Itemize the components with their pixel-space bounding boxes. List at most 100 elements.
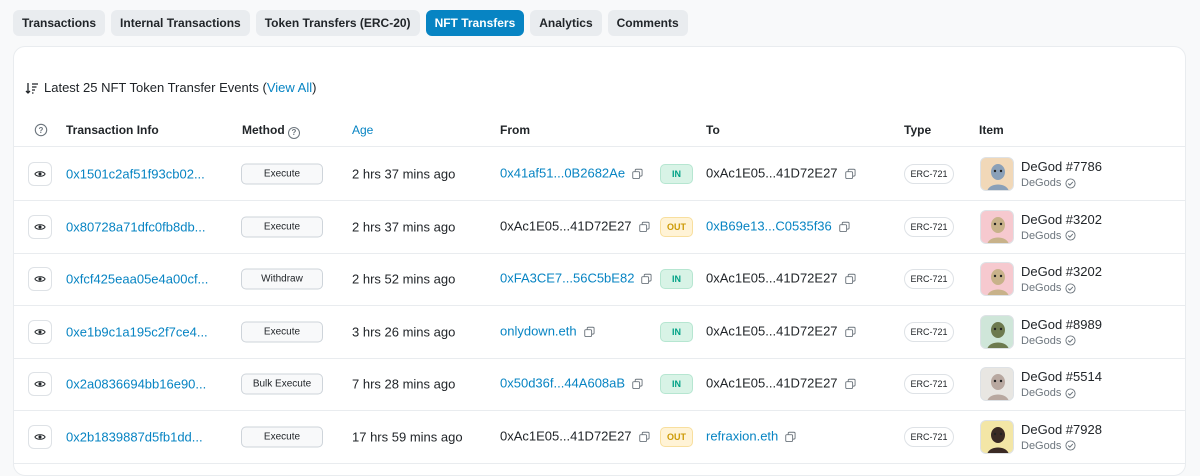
- direction-badge: IN: [660, 164, 693, 184]
- token-type-badge: ERC-721: [904, 374, 954, 394]
- tab-transactions[interactable]: Transactions: [13, 10, 106, 36]
- nft-collection: DeGods: [1021, 440, 1102, 452]
- copy-icon[interactable]: [844, 325, 856, 340]
- table-row: 0xfcf425eaa05e4a00cf... Withdraw 2 hrs 52 …: [14, 253, 1185, 306]
- tab-comments[interactable]: Comments: [607, 10, 688, 36]
- nft-transfers-card: Latest 25 NFT Token Transfer Events (Vie…: [13, 46, 1186, 476]
- view-details-button[interactable]: [28, 424, 52, 449]
- nft-name[interactable]: DeGod #3202: [1021, 212, 1102, 227]
- table-caption: Latest 25 NFT Token Transfer Events (Vie…: [25, 80, 316, 95]
- method-badge: Bulk Execute: [241, 373, 323, 395]
- col-age[interactable]: Age: [352, 123, 373, 137]
- view-details-button[interactable]: [28, 319, 52, 344]
- collection-name[interactable]: DeGods: [1021, 387, 1061, 399]
- tab-internal-transactions[interactable]: Internal Transactions: [111, 10, 250, 36]
- col-from: From: [500, 123, 530, 137]
- txn-hash-link[interactable]: 0x2a0836694bb16e90...: [66, 377, 206, 392]
- copy-icon[interactable]: [583, 325, 595, 340]
- nft-item-info: DeGod #7786 DeGods: [1021, 159, 1102, 189]
- copy-icon[interactable]: [839, 220, 850, 235]
- token-type-badge: ERC-721: [904, 426, 954, 447]
- token-type-badge: ERC-721: [904, 321, 954, 342]
- copy-icon[interactable]: [785, 430, 796, 445]
- nft-name[interactable]: DeGod #3202: [1021, 264, 1102, 279]
- caption-close-paren: ): [312, 80, 317, 95]
- token-type-badge: ERC-721: [904, 216, 954, 237]
- from-address: 0x41af51...0B2682Ae: [500, 166, 643, 183]
- verified-check-icon: [1065, 440, 1076, 451]
- age-text: 7 hrs 28 mins ago: [352, 376, 456, 392]
- copy-icon[interactable]: [638, 430, 650, 445]
- from-address-link[interactable]: 0xFA3CE7...56C5bE82: [500, 271, 634, 286]
- from-address-link[interactable]: 0x41af51...0B2682Ae: [500, 166, 625, 181]
- method-badge: Execute: [241, 216, 323, 237]
- to-address: 0xB69e13...C0535f36: [706, 218, 850, 235]
- age-text: 17 hrs 59 mins ago: [352, 429, 463, 444]
- age-text: 2 hrs 52 mins ago: [352, 271, 456, 287]
- tab-analytics[interactable]: Analytics: [530, 10, 602, 36]
- view-details-button[interactable]: [28, 372, 52, 396]
- nft-thumbnail[interactable]: [980, 262, 1014, 296]
- txn-hash-link[interactable]: 0xe1b9c1a195c2f7ce4...: [66, 324, 208, 339]
- txn-hash-link[interactable]: 0x2b1839887d5fb1dd...: [66, 429, 203, 444]
- eye-icon: [34, 326, 46, 338]
- view-details-button[interactable]: [28, 214, 52, 239]
- table-row: 0x80728a71dfc0fb8db... Execute 2 hrs 37 mi…: [14, 201, 1185, 254]
- txn-hash-link[interactable]: 0xfcf425eaa05e4a00cf...: [66, 272, 208, 287]
- nft-thumbnail[interactable]: [980, 314, 1014, 349]
- direction-badge: IN: [660, 321, 693, 342]
- to-address-link: 0xAc1E05...41D72E27: [706, 165, 838, 181]
- nft-name[interactable]: DeGod #7928: [1021, 422, 1102, 437]
- copy-icon[interactable]: [638, 220, 650, 235]
- to-address: 0xAc1E05...41D72E27: [706, 376, 856, 393]
- to-address-link[interactable]: 0xB69e13...C0535f36: [706, 218, 832, 233]
- nft-collection: DeGods: [1021, 177, 1102, 189]
- tab-nft-transfers[interactable]: NFT Transfers: [425, 10, 525, 36]
- collection-name[interactable]: DeGods: [1021, 230, 1061, 242]
- sort-icon: [25, 82, 38, 94]
- to-address: 0xAc1E05...41D72E27: [706, 271, 856, 288]
- nft-name[interactable]: DeGod #7786: [1021, 159, 1102, 174]
- collection-name[interactable]: DeGods: [1021, 440, 1061, 452]
- view-details-button[interactable]: [28, 162, 52, 186]
- nft-name[interactable]: DeGod #8989: [1021, 317, 1102, 332]
- collection-name[interactable]: DeGods: [1021, 282, 1061, 294]
- eye-icon: [34, 221, 46, 233]
- method-badge: Execute: [241, 163, 323, 185]
- nft-name[interactable]: DeGod #5514: [1021, 369, 1102, 384]
- view-details-button[interactable]: [28, 267, 52, 291]
- nft-thumbnail[interactable]: [980, 157, 1014, 191]
- col-type: Type: [904, 123, 932, 137]
- copy-icon[interactable]: [632, 378, 643, 393]
- table-row: 0x2a0836694bb16e90... Bulk Execute 7 hrs 2…: [14, 358, 1185, 411]
- copy-icon[interactable]: [844, 378, 856, 393]
- table-row: 0xe1b9c1a195c2f7ce4... Execute 3 hrs 26 mi…: [14, 306, 1185, 359]
- collection-name[interactable]: DeGods: [1021, 177, 1061, 189]
- collection-name[interactable]: DeGods: [1021, 335, 1061, 347]
- txn-hash-link[interactable]: 0x1501c2af51f93cb02...: [66, 167, 205, 182]
- from-address-link: 0xAc1E05...41D72E27: [500, 218, 632, 233]
- direction-badge: IN: [660, 269, 693, 289]
- copy-icon[interactable]: [844, 168, 856, 183]
- col-method-label: Method: [242, 123, 285, 137]
- copy-icon[interactable]: [844, 273, 856, 288]
- tab-token-transfers-erc-20[interactable]: Token Transfers (ERC-20): [255, 10, 420, 36]
- nft-thumbnail[interactable]: [980, 419, 1014, 454]
- copy-icon[interactable]: [641, 273, 652, 288]
- caption-text: Latest 25 NFT Token Transfer Events: [44, 80, 259, 95]
- copy-icon[interactable]: [632, 168, 643, 183]
- nft-thumbnail[interactable]: [980, 209, 1014, 244]
- from-address-link: 0xAc1E05...41D72E27: [500, 428, 632, 443]
- verified-check-icon: [1065, 387, 1076, 399]
- to-address-link[interactable]: refraxion.eth: [706, 428, 778, 443]
- from-address-link[interactable]: 0x50d36f...44A608aB: [500, 376, 625, 391]
- view-all-link[interactable]: View All: [267, 80, 312, 95]
- col-transaction-info: Transaction Info: [66, 123, 159, 137]
- to-address: refraxion.eth: [706, 428, 796, 445]
- info-column-icon[interactable]: ?: [34, 123, 48, 140]
- txn-hash-link[interactable]: 0x80728a71dfc0fb8db...: [66, 219, 206, 234]
- from-address-link[interactable]: onlydown.eth: [500, 323, 577, 338]
- nft-item-info: DeGod #3202 DeGods: [1021, 264, 1102, 294]
- help-icon[interactable]: ?: [288, 127, 300, 139]
- nft-thumbnail[interactable]: [980, 367, 1014, 401]
